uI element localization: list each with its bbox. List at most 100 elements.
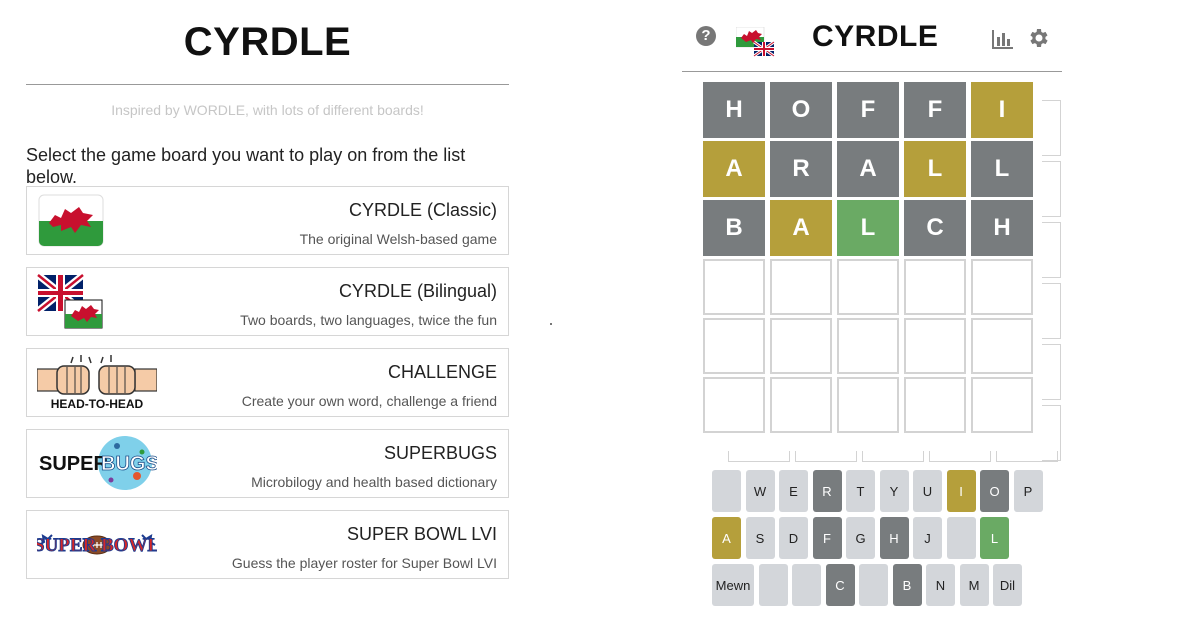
key-blank[interactable] [946, 517, 976, 559]
key-e[interactable]: E [779, 470, 808, 512]
letter-tile [770, 318, 832, 374]
letter-tile: H [971, 200, 1033, 256]
head-to-head-text: HEAD-TO-HEAD [51, 397, 144, 410]
letter-tile: B [703, 200, 765, 256]
guess-grid: HOFFIARALLBALCH [703, 82, 1038, 436]
key-l[interactable]: L [980, 517, 1009, 559]
key-blank[interactable] [758, 564, 788, 606]
letter-tile: A [703, 141, 765, 197]
board-selection-panel: CYRDLE Inspired by WORDLE, with lots of … [26, 0, 509, 591]
key-mewn[interactable]: Mewn [712, 564, 754, 606]
letter-tile: L [837, 200, 899, 256]
key-t[interactable]: T [846, 470, 875, 512]
board-description: Guess the player roster for Super Bowl L… [231, 555, 497, 571]
key-c[interactable]: C [825, 564, 855, 606]
board-item-superbugs[interactable]: SUPER BUGS SUPERBUGS Microbilogy and hea… [26, 429, 509, 498]
keyboard-row: Mewn C B N M Dil [712, 564, 1047, 606]
key-w[interactable]: W [745, 470, 775, 512]
title-divider [26, 84, 509, 85]
board-description: Two boards, two languages, twice the fun [240, 312, 497, 328]
board-item-superbowl[interactable]: SUPER BOWL SUPER BOWL LVI Guess the play… [26, 510, 509, 579]
letter-tile: L [904, 141, 966, 197]
board-edge-line [1042, 344, 1061, 400]
language-flag-icon[interactable] [736, 27, 776, 57]
grid-row [703, 377, 1038, 433]
key-i[interactable]: I [946, 470, 976, 512]
key-s[interactable]: S [745, 517, 775, 559]
instruction-text: Select the game board you want to play o… [26, 145, 466, 187]
key-a[interactable]: A [712, 517, 741, 559]
key-h[interactable]: H [879, 517, 909, 559]
superbugs-logo-text-a: SUPER [39, 453, 108, 475]
key-y[interactable]: Y [879, 470, 909, 512]
letter-tile [770, 259, 832, 315]
board-edge-line [1042, 283, 1061, 339]
letter-tile: F [837, 82, 899, 138]
key-blank[interactable] [859, 564, 888, 606]
board-edge-line [929, 451, 991, 462]
letter-tile [971, 318, 1033, 374]
help-icon[interactable]: ? [696, 26, 716, 46]
key-blank[interactable] [712, 470, 741, 512]
board-name: SUPER BOWL LVI [346, 524, 497, 544]
grid-row [703, 259, 1038, 315]
app-title: CYRDLE [183, 20, 352, 64]
key-j[interactable]: J [913, 517, 942, 559]
tagline: Inspired by WORDLE, with lots of differe… [111, 102, 424, 118]
board-edge-line [1042, 222, 1061, 278]
board-item-challenge[interactable]: HEAD-TO-HEAD CHALLENGE Create your own w… [26, 348, 509, 417]
board-description: The original Welsh-based game [299, 231, 497, 247]
letter-tile: A [837, 141, 899, 197]
board-edge-line [1042, 100, 1061, 156]
key-dil[interactable]: Dil [993, 564, 1022, 606]
board-item-bilingual[interactable]: CYRDLE (Bilingual) Two boards, two langu… [26, 267, 509, 336]
key-g[interactable]: G [846, 517, 875, 559]
header-divider [682, 71, 1062, 72]
letter-tile: R [770, 141, 832, 197]
board-list: CYRDLE (Classic) The original Welsh-base… [26, 186, 509, 579]
key-p[interactable]: P [1013, 470, 1043, 512]
superbugs-logo-text-b: BUGS [101, 453, 157, 475]
letter-tile [904, 259, 966, 315]
grid-row [703, 318, 1038, 374]
key-b[interactable]: B [892, 564, 922, 606]
board-edge-line [996, 451, 1058, 462]
keyboard: W E R T Y U I O P A S D F G H J L Mewn C B N M Dil [712, 470, 1047, 611]
board-name: CYRDLE (Classic) [348, 200, 497, 220]
key-m[interactable]: M [959, 564, 989, 606]
game-panel: ? CYRDLE HOFFIARALLBALCH WERTYUIOPASDFGH… [682, 0, 1062, 630]
stats-icon[interactable] [992, 29, 1014, 49]
board-item-classic[interactable]: CYRDLE (Classic) The original Welsh-base… [26, 186, 509, 255]
letter-tile [971, 377, 1033, 433]
letter-tile [837, 377, 899, 433]
key-o[interactable]: O [980, 470, 1009, 512]
grid-row: ARALL [703, 141, 1038, 197]
letter-tile [971, 259, 1033, 315]
key-blank[interactable] [792, 564, 821, 606]
letter-tile [837, 318, 899, 374]
key-r[interactable]: R [812, 470, 842, 512]
board-description: Create your own word, challenge a friend [241, 393, 497, 409]
board-name: CYRDLE (Bilingual) [338, 281, 497, 301]
letter-tile: F [904, 82, 966, 138]
key-f[interactable]: F [812, 517, 842, 559]
gear-icon[interactable] [1026, 26, 1050, 50]
superbowl-logo-text: SUPER BOWL [37, 535, 157, 556]
letter-tile: C [904, 200, 966, 256]
board-name: CHALLENGE [387, 362, 497, 382]
letter-tile [703, 377, 765, 433]
key-n[interactable]: N [926, 564, 955, 606]
key-u[interactable]: U [913, 470, 942, 512]
board-edge-line [862, 451, 924, 462]
keyboard-row: ASDFGHJL [712, 517, 1047, 559]
letter-tile: O [770, 82, 832, 138]
letter-tile: H [703, 82, 765, 138]
letter-tile [703, 318, 765, 374]
superbowl-logo-icon: SUPER BOWL [37, 534, 157, 556]
board-description: Microbilogy and health based dictionary [251, 474, 497, 490]
welsh-flag-icon [38, 194, 104, 247]
key-d[interactable]: D [779, 517, 808, 559]
letter-tile: L [971, 141, 1033, 197]
letter-tile: I [971, 82, 1033, 138]
letter-tile [837, 259, 899, 315]
